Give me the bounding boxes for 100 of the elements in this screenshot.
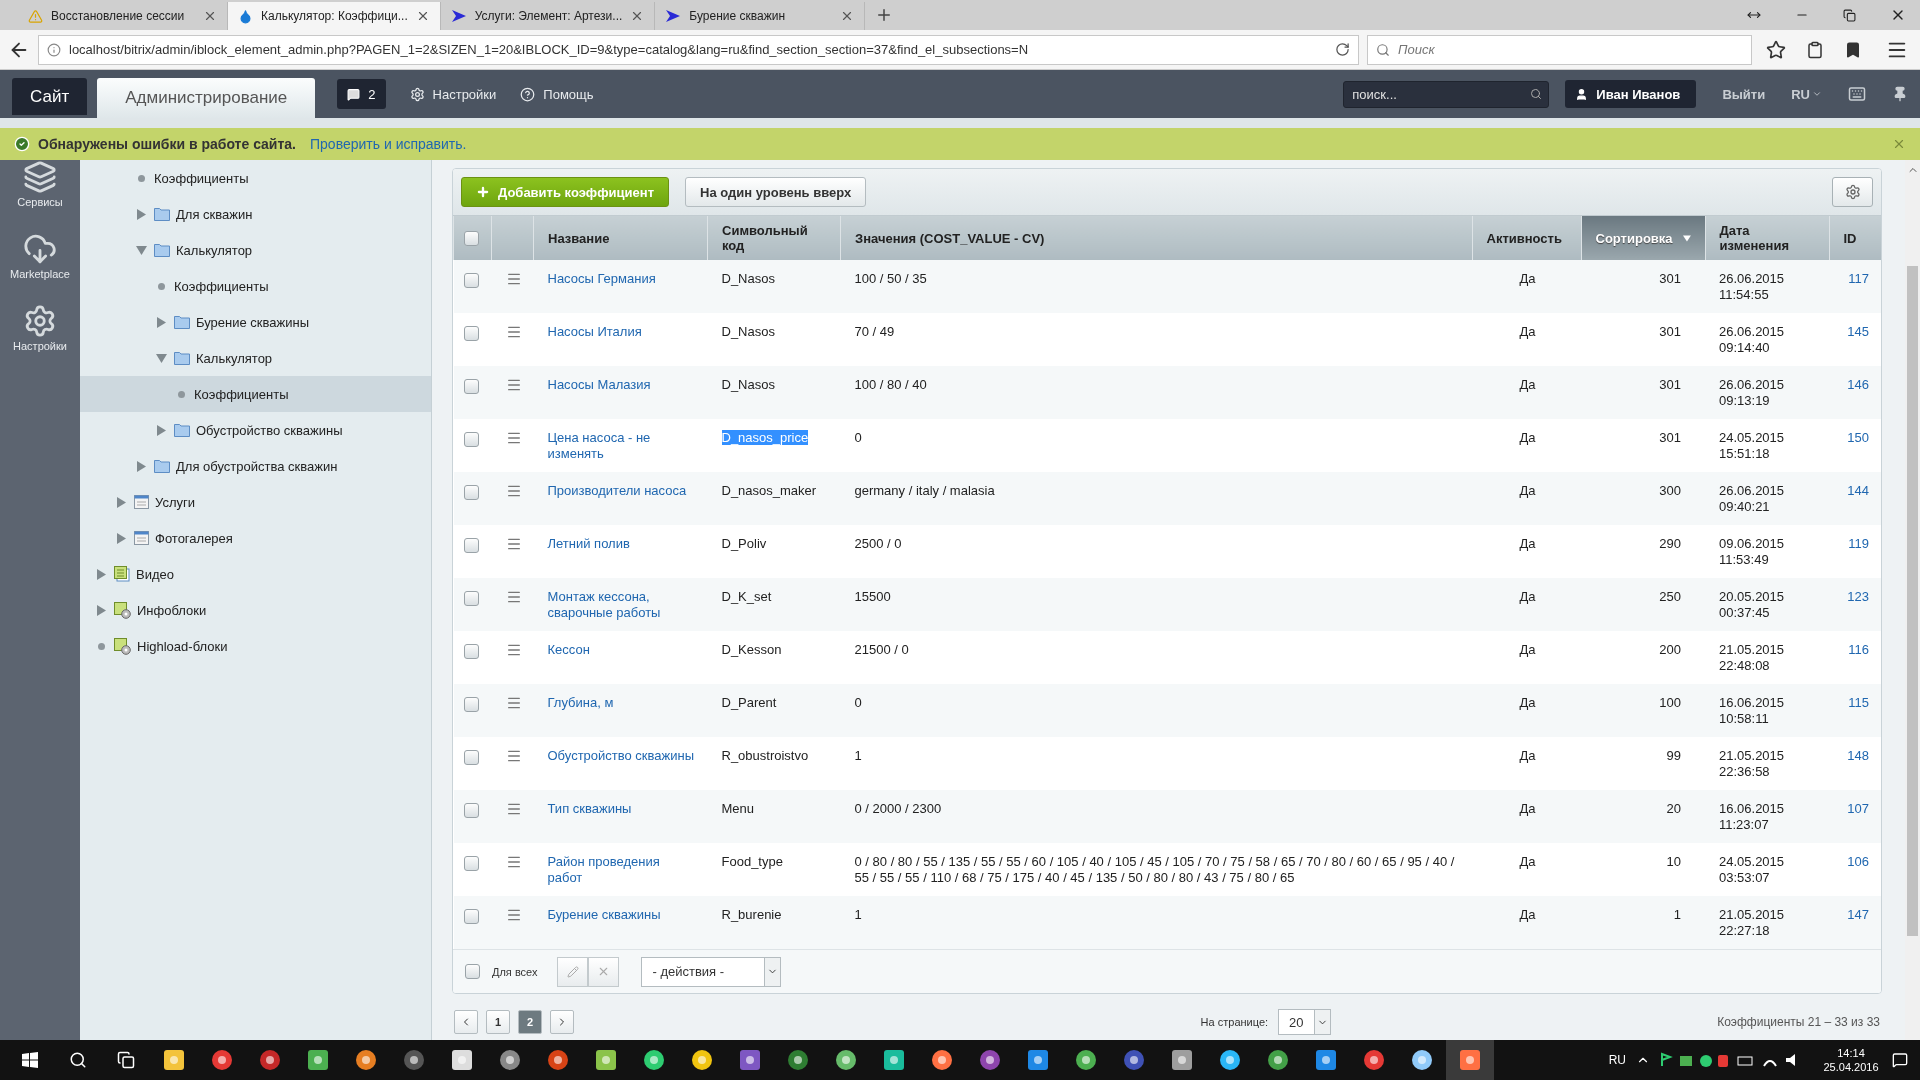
page-button[interactable]: 2 <box>518 1010 542 1034</box>
checkbox[interactable] <box>463 538 479 554</box>
collapsed-arrow-icon[interactable] <box>155 316 167 328</box>
checkbox[interactable] <box>463 379 479 395</box>
element-link[interactable]: Район проведения работ <box>547 854 696 886</box>
tree-item[interactable]: Калькулятор <box>80 232 431 268</box>
checkbox[interactable] <box>463 750 479 766</box>
element-link[interactable]: Насосы Италия <box>547 324 642 340</box>
expanded-arrow-icon[interactable] <box>135 244 147 256</box>
checkbox[interactable] <box>463 432 479 448</box>
checkbox[interactable] <box>463 485 479 501</box>
checkbox[interactable] <box>463 326 479 342</box>
column-header[interactable]: Название <box>533 216 708 260</box>
tree-item[interactable]: Коэффициенты <box>80 376 431 412</box>
column-header[interactable]: ID <box>1829 216 1881 260</box>
element-link[interactable]: Насосы Германия <box>547 271 656 287</box>
collapsed-arrow-icon[interactable] <box>115 532 127 544</box>
keyboard-icon[interactable] <box>1848 85 1866 103</box>
id-link[interactable]: 117 <box>1848 271 1869 286</box>
checkbox[interactable] <box>463 697 479 713</box>
checkbox[interactable] <box>463 644 479 660</box>
drag-handle-icon[interactable] <box>505 377 522 393</box>
drag-handle-icon[interactable] <box>505 854 522 870</box>
drag-handle-icon[interactable] <box>505 430 522 446</box>
drag-handle-icon[interactable] <box>505 642 522 658</box>
pin-icon[interactable] <box>1892 86 1908 102</box>
previous-page-button[interactable] <box>454 1010 478 1034</box>
tree-item[interactable]: Инфоблоки <box>80 592 431 628</box>
language-menu[interactable]: RU <box>1791 86 1822 102</box>
element-link[interactable]: Цена насоса - не изменять <box>547 430 696 462</box>
checkbox[interactable] <box>463 273 479 289</box>
nav-item[interactable]: Настройки <box>13 304 67 352</box>
clipboard-icon[interactable] <box>1806 40 1824 59</box>
web-search-field[interactable]: Поиск <box>1367 34 1752 65</box>
admin-search-field[interactable]: поиск... <box>1343 80 1550 108</box>
admin-search-input[interactable]: поиск... <box>1350 85 1531 103</box>
checkbox[interactable] <box>464 231 479 247</box>
id-link[interactable]: 119 <box>1848 536 1869 551</box>
notifications-button[interactable]: 2 <box>337 79 386 109</box>
browser-tab[interactable]: Калькулятор: Коэффици... <box>228 2 441 30</box>
collapsed-arrow-icon[interactable] <box>135 460 147 472</box>
column-header[interactable]: Значения (COST_VALUE - CV) <box>840 216 1472 260</box>
tree-item[interactable]: Бурение скважины <box>80 304 431 340</box>
collapsed-arrow-icon[interactable] <box>115 496 127 508</box>
taskbar-app-button[interactable] <box>1446 1040 1494 1080</box>
actions-select[interactable]: - действия - <box>641 956 782 987</box>
user-button[interactable]: Иван Иванов <box>1565 80 1697 108</box>
notifications-icon[interactable] <box>1892 1052 1908 1068</box>
reload-icon[interactable] <box>1335 42 1350 57</box>
expanded-arrow-icon[interactable] <box>155 352 167 364</box>
tree-item[interactable]: Видео <box>80 556 431 592</box>
id-link[interactable]: 106 <box>1847 854 1869 869</box>
close-icon[interactable] <box>203 9 217 23</box>
drag-handle-icon[interactable] <box>505 271 522 287</box>
element-link[interactable]: Глубина, м <box>547 695 614 711</box>
star-icon[interactable] <box>1766 39 1786 60</box>
drag-handle-icon[interactable] <box>505 589 522 605</box>
clock[interactable]: 14:14 25.04.2016 <box>1820 1046 1882 1074</box>
address-field[interactable]: localhost/bitrix/admin/iblock_element_admin.php?PAGEN_1=2&SIZEN_1=20&IBLOCK_ID=9&type=catalog&lang=ru&find_section_section=37&find_el_subsections=N <box>38 34 1359 65</box>
collapsed-arrow-icon[interactable] <box>95 604 107 616</box>
element-link[interactable]: Обустройство скважины <box>547 748 695 764</box>
drag-handle-icon[interactable] <box>505 801 522 817</box>
checkbox[interactable] <box>463 591 479 607</box>
id-link[interactable]: 116 <box>1848 642 1869 657</box>
tree-item[interactable]: Для обустройства скважин <box>80 448 431 484</box>
tree-item[interactable]: Коэффициенты <box>80 268 431 304</box>
drag-handle-icon[interactable] <box>505 536 522 552</box>
id-link[interactable]: 107 <box>1847 801 1869 816</box>
per-page-select[interactable]: 20 <box>1278 1009 1331 1035</box>
web-search-input[interactable]: Поиск <box>1396 41 1743 58</box>
tree-item[interactable]: Услуги <box>80 484 431 520</box>
id-link[interactable]: 147 <box>1847 907 1869 922</box>
id-link[interactable]: 148 <box>1847 748 1869 763</box>
element-link[interactable]: Производители насоса <box>547 483 687 499</box>
nav-item[interactable]: Marketplace <box>10 232 70 280</box>
admin-tab[interactable]: Сайт <box>12 78 88 115</box>
id-link[interactable]: 150 <box>1847 430 1869 445</box>
element-link[interactable]: Бурение скважины <box>547 907 661 923</box>
column-header[interactable]: Активность <box>1472 216 1581 260</box>
collapsed-arrow-icon[interactable] <box>95 568 107 580</box>
id-link[interactable]: 146 <box>1847 377 1869 392</box>
admin-link[interactable]: Настройки <box>409 74 497 114</box>
checkbox[interactable] <box>463 909 479 925</box>
tree-item[interactable]: Highload-блоки <box>80 628 431 664</box>
column-header[interactable]: Символьный код <box>707 216 841 260</box>
collapsed-arrow-icon[interactable] <box>155 424 167 436</box>
nav-item[interactable]: Сервисы <box>17 160 63 208</box>
checkbox[interactable] <box>463 856 479 872</box>
admin-link[interactable]: Помощь <box>520 74 594 114</box>
checkbox[interactable] <box>463 803 479 819</box>
tree-item[interactable]: Коэффициенты <box>80 160 431 196</box>
drag-handle-icon[interactable] <box>505 748 522 764</box>
id-link[interactable]: 123 <box>1847 589 1869 604</box>
drag-handle-icon[interactable] <box>505 324 522 340</box>
id-link[interactable]: 115 <box>1848 695 1869 710</box>
scrollbar[interactable] <box>1905 160 1920 1040</box>
drag-handle-icon[interactable] <box>505 695 522 711</box>
tree-item[interactable]: Фотогалерея <box>80 520 431 556</box>
tree-item[interactable]: Для скважин <box>80 196 431 232</box>
element-link[interactable]: Кессон <box>547 642 590 658</box>
